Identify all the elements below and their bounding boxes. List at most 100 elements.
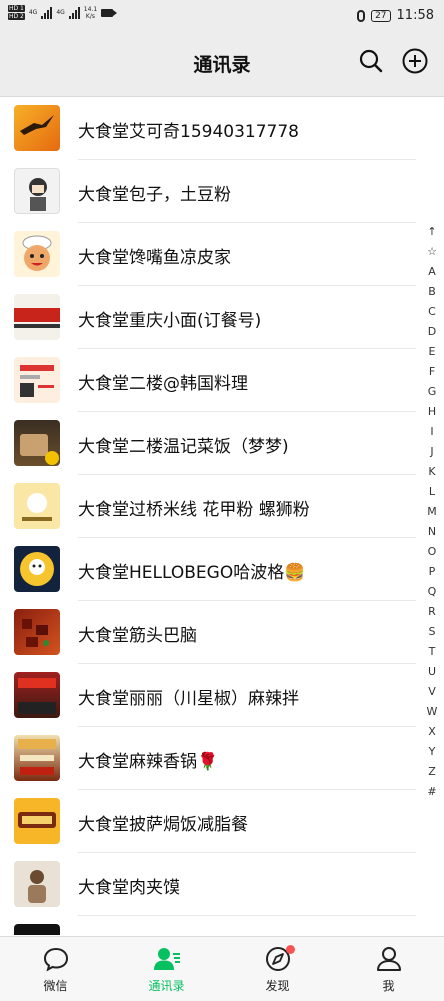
tab-chats-label: 微信 (43, 979, 68, 993)
alpha-index-letter[interactable]: X (428, 722, 436, 742)
network-speed: 14.1 K/s (84, 6, 97, 20)
alpha-index-letter[interactable]: L (429, 482, 435, 502)
alpha-index-letter[interactable]: N (428, 522, 436, 542)
contact-row[interactable]: 大食堂包子，土豆粉 (0, 160, 444, 223)
network-speed-unit: K/s (85, 12, 96, 20)
contact-row[interactable]: 大食堂过桥米线 花甲粉 螺狮粉 (0, 475, 444, 538)
alpha-index-letter[interactable]: M (427, 502, 437, 522)
alpha-index-letter[interactable]: O (428, 542, 437, 562)
alpha-index-letter[interactable]: Y (429, 742, 436, 762)
alpha-index-letter[interactable]: ↑ (427, 222, 436, 242)
alpha-index-letter[interactable]: V (428, 682, 436, 702)
contact-name: 大食堂重庆小面(订餐号) (78, 311, 262, 331)
contact-avatar (14, 105, 60, 151)
contact-name: 大食堂过桥米线 花甲粉 螺狮粉 (78, 500, 310, 520)
contact-row[interactable]: 大食堂馋嘴鱼凉皮家 (0, 223, 444, 286)
alpha-index-letter[interactable]: Q (428, 582, 437, 602)
sim2-label: HD 2 (8, 13, 25, 20)
contact-row[interactable]: 大食堂筋头巴脑 (0, 601, 444, 664)
alpha-index-letter[interactable]: # (427, 782, 436, 802)
alpha-index-letter[interactable]: W (427, 702, 438, 722)
alpha-index-letter[interactable]: U (428, 662, 436, 682)
alpha-index-letter[interactable]: J (430, 442, 433, 462)
contact-row[interactable]: 大食堂二楼@韩国料理 (0, 349, 444, 412)
network-speed-value: 14.1 (83, 5, 98, 13)
clock: 11:58 (396, 8, 434, 23)
contact-name: 大食堂HELLOBEGO哈波格🍔 (78, 563, 306, 583)
contact-name: 大食堂肉夹馍 (78, 878, 180, 898)
alpha-index-letter[interactable]: C (428, 302, 436, 322)
alpha-index-letter[interactable]: G (428, 382, 437, 402)
add-circle-icon[interactable] (401, 47, 429, 75)
contact-row[interactable] (0, 916, 444, 935)
tab-chats[interactable]: 微信 (0, 937, 111, 1001)
alpha-index-letter[interactable]: I (430, 422, 433, 442)
alpha-index-letter[interactable]: D (428, 322, 436, 342)
contact-avatar (14, 168, 60, 214)
alpha-index-letter[interactable]: T (429, 642, 436, 662)
alpha-index-letter[interactable]: P (429, 562, 436, 582)
contact-row[interactable]: 大食堂重庆小面(订餐号) (0, 286, 444, 349)
contact-list: 大食堂艾可奇15940317778 大食堂包子，土豆粉 大食堂馋嘴鱼凉皮家 大食… (0, 97, 444, 935)
contact-avatar (14, 231, 60, 277)
contact-avatar (14, 357, 60, 403)
contact-name: 大食堂丽丽（川星椒）麻辣拌 (78, 689, 299, 709)
network-type-2: 4G (56, 9, 65, 16)
alpha-index-letter[interactable]: S (429, 622, 436, 642)
header-bar: 通讯录 (0, 34, 444, 97)
microphone-icon (357, 9, 366, 22)
contact-name: 大食堂二楼@韩国料理 (78, 374, 248, 394)
signal-icon-2 (68, 6, 80, 19)
contact-row[interactable]: 大食堂肉夹馍 (0, 853, 444, 916)
alpha-index-letter[interactable]: ☆ (427, 242, 437, 262)
contact-name: 大食堂筋头巴脑 (78, 626, 197, 646)
contact-avatar (14, 861, 60, 907)
alphabet-index[interactable]: ↑ ☆ A B C D E F G H I J K L M N O P Q R S T U V W X Y Z # (421, 222, 443, 802)
alpha-index-letter[interactable]: K (428, 462, 435, 482)
alpha-index-letter[interactable]: A (428, 262, 436, 282)
tab-contacts[interactable]: 通讯录 (111, 937, 222, 1001)
contact-avatar (14, 735, 60, 781)
tab-contacts-label: 通讯录 (148, 979, 185, 993)
alpha-index-letter[interactable]: F (429, 362, 435, 382)
contact-name: 大食堂包子，土豆粉 (78, 185, 231, 205)
contact-avatar (14, 609, 60, 655)
contact-name: 大食堂艾可奇15940317778 (78, 122, 299, 142)
contact-row[interactable]: 大食堂麻辣香锅🌹 (0, 727, 444, 790)
notification-dot (285, 945, 295, 954)
contact-name: 大食堂馋嘴鱼凉皮家 (78, 248, 231, 268)
contact-avatar (14, 924, 60, 935)
contact-avatar (14, 483, 60, 529)
sim1-label: HD 1 (8, 5, 25, 12)
contact-avatar (14, 672, 60, 718)
contact-row[interactable]: 大食堂二楼温记菜饭（梦梦) (0, 412, 444, 475)
search-icon[interactable] (358, 48, 384, 74)
status-bar: HD 1 HD 2 4G 4G 14.1 K/s 27 11:58 (0, 0, 444, 34)
alpha-index-letter[interactable]: R (428, 602, 436, 622)
contact-row[interactable]: 大食堂艾可奇15940317778 (0, 97, 444, 160)
contact-row[interactable]: 大食堂HELLOBEGO哈波格🍔 (0, 538, 444, 601)
contact-name: 大食堂披萨焗饭减脂餐 (78, 815, 248, 835)
tab-discover[interactable]: 发现 (222, 937, 333, 1001)
alpha-index-letter[interactable]: H (428, 402, 436, 422)
battery-icon: 27 (371, 9, 391, 22)
contact-avatar (14, 798, 60, 844)
sim-badges: HD 1 HD 2 (8, 5, 25, 20)
contact-avatar (14, 420, 60, 466)
video-camera-icon (101, 8, 118, 17)
contact-avatar (14, 294, 60, 340)
person-icon (376, 947, 401, 971)
contact-row[interactable]: 大食堂披萨焗饭减脂餐 (0, 790, 444, 853)
contacts-icon (153, 948, 180, 970)
signal-icon (41, 6, 53, 19)
alpha-index-letter[interactable]: E (429, 342, 436, 362)
alpha-index-letter[interactable]: B (428, 282, 436, 302)
bottom-tab-bar: 微信 通讯录 发现 我 (0, 936, 444, 1001)
contact-name: 大食堂麻辣香锅🌹 (78, 752, 219, 772)
alpha-index-letter[interactable]: Z (428, 762, 436, 782)
tab-me[interactable]: 我 (333, 937, 444, 1001)
chat-bubble-icon (43, 947, 68, 972)
network-type-1: 4G (28, 9, 38, 16)
contact-row[interactable]: 大食堂丽丽（川星椒）麻辣拌 (0, 664, 444, 727)
tab-me-label: 我 (382, 979, 395, 993)
